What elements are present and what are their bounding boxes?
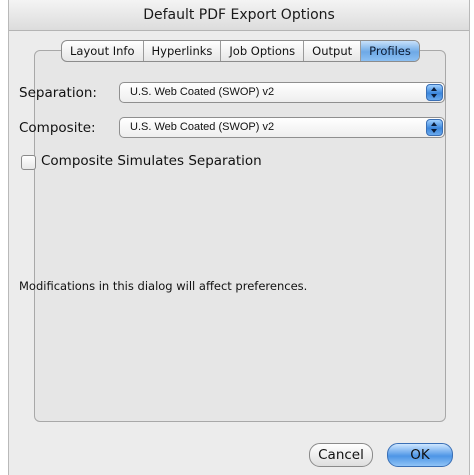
tab-profiles[interactable]: Profiles <box>361 41 419 61</box>
tab-output[interactable]: Output <box>304 41 362 61</box>
pdf-export-options-window: Default PDF Export Options Separation: U… <box>8 0 470 475</box>
cancel-button[interactable]: Cancel <box>309 443 373 467</box>
window-title: Default PDF Export Options <box>9 0 469 31</box>
composite-label: Composite: <box>19 120 96 136</box>
separation-value: U.S. Web Coated (SWOP) v2 <box>130 86 275 98</box>
select-arrows-icon <box>426 119 443 136</box>
tab-bar: Layout Info Hyperlinks Job Options Outpu… <box>61 40 420 62</box>
select-arrows-icon <box>426 84 443 101</box>
separation-select[interactable]: U.S. Web Coated (SWOP) v2 <box>119 82 445 103</box>
tab-hyperlinks[interactable]: Hyperlinks <box>144 41 222 61</box>
preferences-note: Modifications in this dialog will affect… <box>19 279 308 293</box>
separation-label: Separation: <box>19 85 97 101</box>
tab-layout-info[interactable]: Layout Info <box>62 41 144 61</box>
composite-value: U.S. Web Coated (SWOP) v2 <box>130 121 275 133</box>
composite-simulates-separation-label: Composite Simulates Separation <box>41 153 262 169</box>
composite-simulates-separation-checkbox[interactable] <box>21 155 36 170</box>
composite-select[interactable]: U.S. Web Coated (SWOP) v2 <box>119 117 445 138</box>
profiles-tab-panel: Separation: U.S. Web Coated (SWOP) v2 Co… <box>19 50 446 422</box>
tab-job-options[interactable]: Job Options <box>221 41 305 61</box>
ok-button[interactable]: OK <box>387 443 453 467</box>
